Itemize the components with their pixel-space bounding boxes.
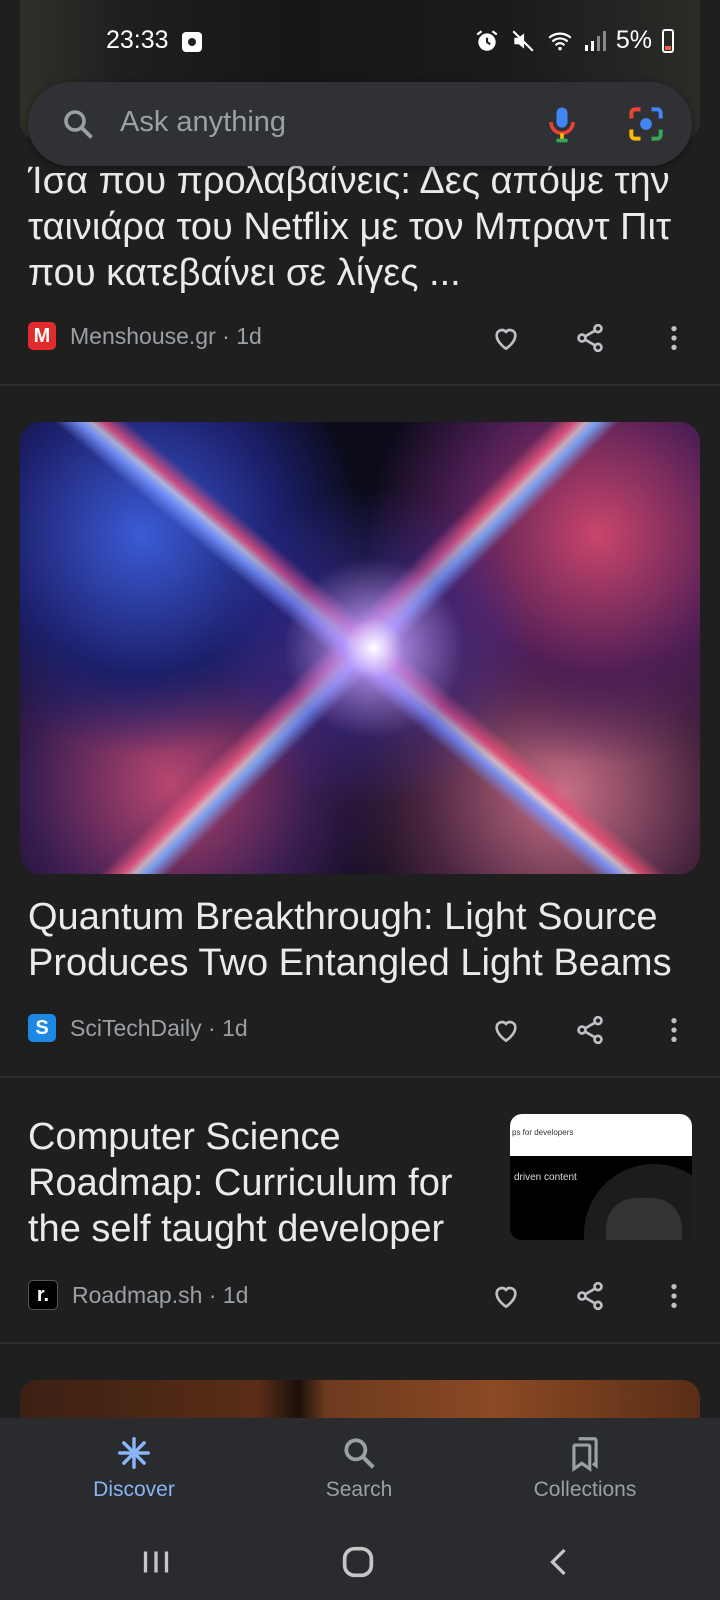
article-3-source[interactable]: Roadmap.sh [72,1282,202,1309]
alarm-icon [476,29,498,51]
article-3-headline[interactable]: Computer Science Roadmap: Curriculum for… [28,1114,478,1252]
more-options-icon[interactable] [654,1276,694,1316]
discover-icon [118,1437,150,1469]
mic-icon[interactable] [540,102,584,146]
search-icon [344,1438,375,1469]
thumbnail-text: ps for developers [512,1128,574,1137]
like-icon[interactable] [486,1010,526,1050]
share-icon[interactable] [570,318,610,358]
article-2-age: 1d [222,1014,248,1041]
thumbnail-text: driven content [514,1172,577,1183]
share-icon[interactable] [570,1276,610,1316]
wifi-icon [548,32,572,50]
article-3-thumbnail[interactable]: ps for developers driven content [510,1114,692,1240]
nav-label: Search [325,1478,393,1501]
mute-icon [512,29,534,52]
lens-icon[interactable] [624,102,668,146]
more-options-icon[interactable] [654,318,694,358]
menshouse-logo-icon: M [28,322,56,350]
article-2-headline[interactable]: Quantum Breakthrough: Light Source Produ… [28,894,708,986]
article-2-source[interactable]: SciTechDaily [70,1015,202,1042]
nav-search[interactable]: Search [269,1434,449,1502]
like-icon[interactable] [486,1276,526,1316]
divider [0,1076,720,1078]
nav-label: Collections [533,1478,637,1501]
article-1-meta: M Menshouse.gr · 1d [28,322,262,350]
back-icon[interactable] [530,1540,590,1584]
recent-apps-icon[interactable] [126,1540,186,1584]
battery-percent: 5% [615,26,652,54]
battery-icon [662,28,674,53]
scitechdaily-logo-icon: S [28,1014,56,1042]
roadmap-logo-icon: r. [28,1280,58,1310]
article-2-meta: S SciTechDaily · 1d [28,1014,248,1042]
home-icon[interactable] [328,1540,388,1584]
like-icon[interactable] [486,318,526,358]
status-time: 23:33 [106,26,169,54]
article-1-actions [486,318,694,358]
article-1-source[interactable]: Menshouse.gr [70,323,216,350]
bottom-navigation: Discover Search Collections [0,1418,720,1526]
nav-discover[interactable]: Discover [44,1434,224,1502]
article-3-age: 1d [222,1281,249,1308]
search-icon [64,110,93,139]
article-3-actions [486,1276,694,1316]
article-3-meta: r. Roadmap.sh · 1d [28,1280,248,1310]
separator: · [201,1014,223,1041]
article-2-image[interactable] [20,422,700,874]
separator: · [215,322,237,349]
share-icon[interactable] [570,1010,610,1050]
octocat-icon [606,1198,682,1240]
status-icons: 5% [474,26,674,55]
screenshot-notification-icon [182,32,202,52]
article-1-age: 1d [236,322,262,349]
separator: · [202,1281,223,1308]
signal-icon [584,30,606,51]
collections-icon [572,1437,598,1472]
system-navigation-bar [0,1526,720,1600]
article-1-headline[interactable]: Ίσα που προλαβαίνεις: Δες απόψε την ταιν… [28,158,704,296]
status-bar: 23:33 5% [0,0,720,80]
divider [0,1342,720,1344]
divider [0,384,720,386]
nav-label: Discover [93,1478,175,1501]
nav-collections[interactable]: Collections [495,1434,675,1502]
article-2-actions [486,1010,694,1050]
search-placeholder: Ask anything [120,106,287,138]
more-options-icon[interactable] [654,1010,694,1050]
search-bar[interactable]: Ask anything [28,82,692,166]
